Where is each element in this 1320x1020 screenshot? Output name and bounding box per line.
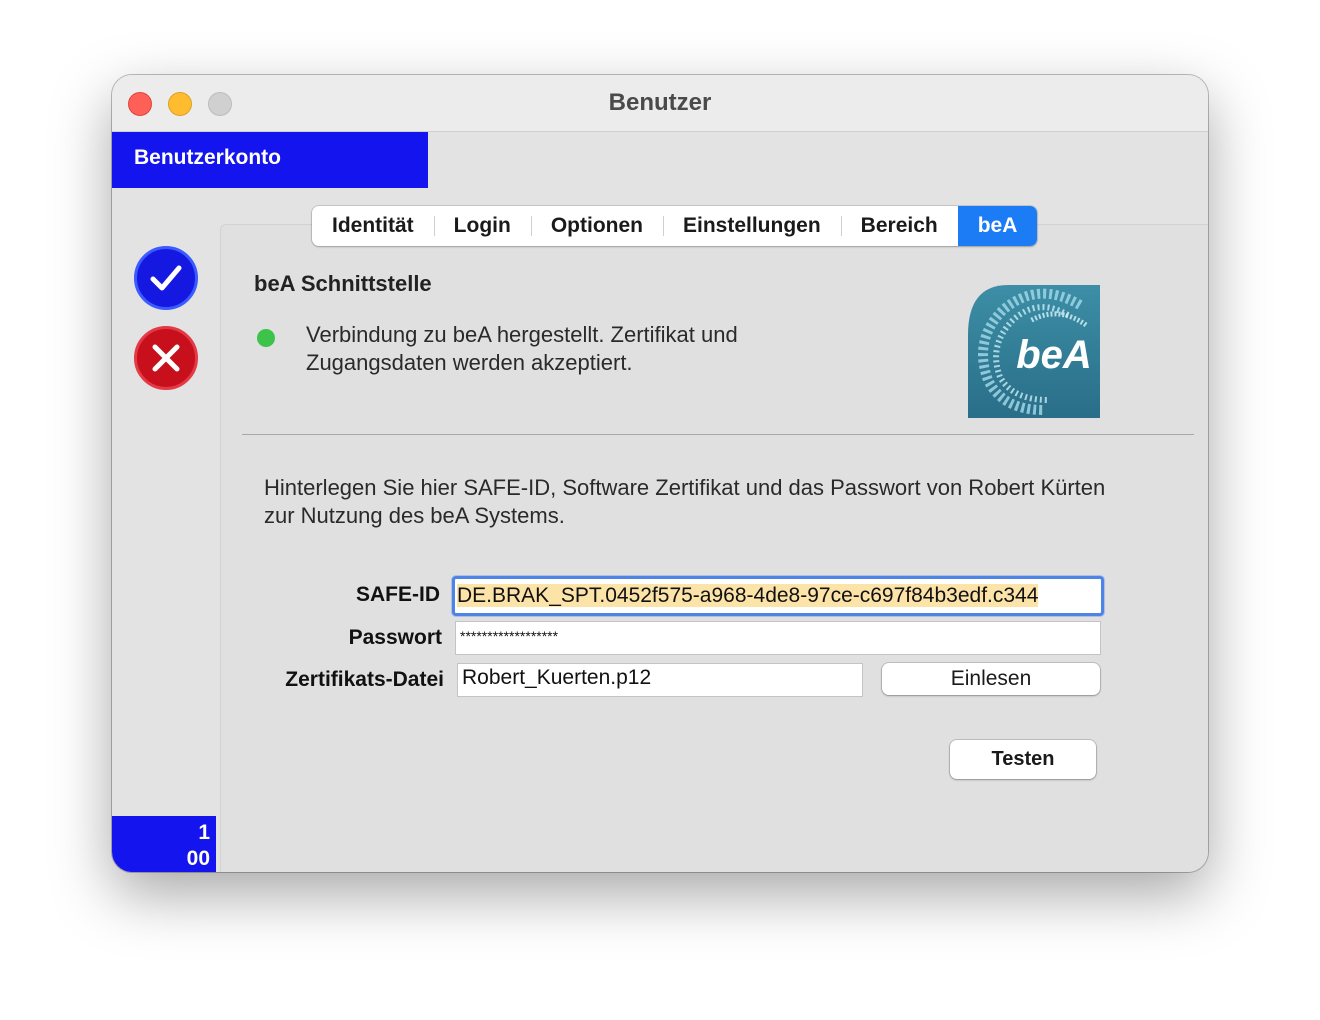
certificate-file-label: Zertifikats-Datei <box>285 668 444 691</box>
bea-logo-text: beA <box>1016 333 1092 377</box>
cancel-button[interactable] <box>134 326 198 390</box>
safe-id-field[interactable]: DE.BRAK_SPT.0452f575-a968-4de8-97ce-c697… <box>452 576 1104 616</box>
password-label: Passwort <box>348 626 442 649</box>
close-x-icon <box>152 344 180 372</box>
tab-bea[interactable]: beA <box>957 206 1038 246</box>
tab-identitaet[interactable]: Identität <box>312 206 434 246</box>
section-title: beA Schnittstelle <box>254 271 432 296</box>
connection-status-text: Verbindung zu beA hergestellt. Zertifika… <box>306 322 738 375</box>
tab-login[interactable]: Login <box>433 206 531 246</box>
status-indicator-icon <box>257 329 275 347</box>
window-title: Benutzer <box>608 89 712 116</box>
user-window: Benutzer Benutzerkonto 1 00 Identität Lo… <box>112 75 1208 872</box>
checkmark-icon <box>150 265 182 291</box>
bea-logo: beA <box>968 285 1100 418</box>
account-header-label: Benutzerkonto <box>134 146 281 169</box>
tab-bar: Identität Login Optionen Einstellungen B… <box>312 206 1038 246</box>
sidebar <box>112 188 220 872</box>
read-certificate-button[interactable]: Einlesen <box>882 663 1100 695</box>
certificate-file-field[interactable]: Robert_Kuerten.p12 <box>457 663 863 697</box>
tab-optionen[interactable]: Optionen <box>530 206 663 246</box>
record-counter-line2: 00 <box>186 847 210 870</box>
section-divider <box>242 434 1194 435</box>
confirm-button[interactable] <box>134 246 198 310</box>
record-counter: 1 00 <box>112 816 216 872</box>
intro-text: Hinterlegen Sie hier SAFE-ID, Software Z… <box>264 475 1106 528</box>
test-button[interactable]: Testen <box>950 740 1096 779</box>
safe-id-value: DE.BRAK_SPT.0452f575-a968-4de8-97ce-c697… <box>457 584 1039 607</box>
tab-einstellungen[interactable]: Einstellungen <box>662 206 841 246</box>
title-bar[interactable]: Benutzer <box>112 75 1208 132</box>
record-counter-line1: 1 <box>198 821 210 844</box>
safe-id-label: SAFE-ID <box>356 583 440 606</box>
account-header: Benutzerkonto <box>112 132 428 188</box>
tab-bereich[interactable]: Bereich <box>840 206 958 246</box>
password-field[interactable]: ****************** <box>455 621 1101 655</box>
